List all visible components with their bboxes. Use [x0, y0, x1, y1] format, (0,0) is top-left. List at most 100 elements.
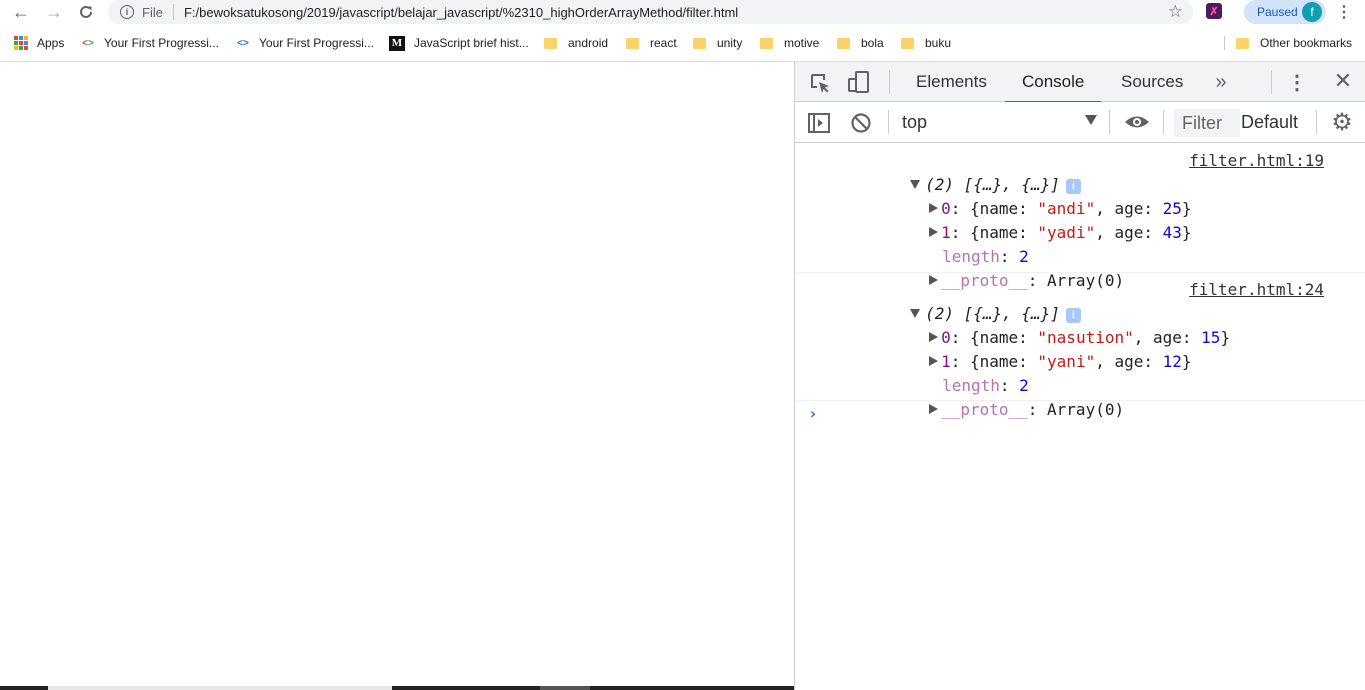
bookmark-folder-unity[interactable]: unity — [693, 31, 742, 55]
log-levels-dropdown[interactable]: Default — [1241, 112, 1298, 133]
devtools-menu-icon[interactable]: ⋮ — [1287, 70, 1307, 94]
apps-grid-icon — [14, 36, 28, 50]
array-item-row[interactable]: 1: {name: "yani", age: 12} — [795, 326, 1365, 371]
reload-button[interactable] — [74, 0, 98, 24]
taskbar-strip — [0, 686, 794, 690]
prompt-chevron-icon: › — [808, 404, 818, 423]
toolbar-divider — [888, 110, 889, 134]
folder-icon — [1236, 37, 1249, 49]
omnibox-divider — [172, 4, 174, 20]
taskbar-segment — [540, 686, 590, 690]
eye-icon[interactable] — [1123, 111, 1151, 133]
bookmarks-bar: Apps < > Your First Progressi... <> Your … — [0, 31, 1365, 55]
sidebar-toggle-icon[interactable] — [807, 112, 831, 134]
kebab-menu-icon[interactable]: ⋮ — [1336, 2, 1352, 22]
array-item-row[interactable]: 1: {name: "yadi", age: 43} — [795, 197, 1365, 242]
array-summary-row[interactable]: (2) [{…}, {…}] i filter.html:19 — [795, 149, 1365, 194]
bookmark-other[interactable]: Other bookmarks — [1236, 31, 1352, 55]
toolbar-divider — [1109, 110, 1110, 134]
bookmark-label: JavaScript brief hist... — [414, 36, 529, 50]
address-bar[interactable]: i File F:/bewoksatukosong/2019/javascrip… — [108, 0, 1193, 24]
bookmark-label: motive — [784, 36, 820, 50]
bookmark-label: buku — [925, 36, 952, 50]
reload-icon — [80, 5, 92, 18]
bookmark-folder-bola[interactable]: bola — [837, 31, 884, 55]
star-icon[interactable]: ☆ — [1168, 2, 1183, 22]
browser-toolbar: ← → i File F:/bewoksatukosong/2019/javas… — [0, 0, 1365, 25]
devtools-tabbar: Elements Console Sources » ⋮ ✕ — [795, 62, 1365, 103]
bookmark-folder-motive[interactable]: motive — [760, 31, 819, 55]
folder-icon — [544, 37, 557, 49]
bookmark-label: Apps — [37, 36, 65, 50]
bookmarks-divider — [1224, 36, 1225, 50]
bookmark-label: android — [568, 36, 609, 50]
bookmark-label: bola — [861, 36, 884, 50]
code-icon: <> — [237, 37, 249, 49]
proto-row[interactable]: __proto__: Array(0) — [795, 245, 1365, 290]
folder-icon — [626, 37, 639, 49]
folder-icon — [760, 37, 773, 49]
tab-label: Sources — [1121, 72, 1184, 91]
profile-button[interactable]: Paused f — [1244, 0, 1326, 24]
console-message: (2) [{…}, {…}] i filter.html:24 0: {name:… — [795, 273, 1365, 419]
extension-icon[interactable]: ✗ — [1206, 3, 1222, 19]
tab-label: Console — [1022, 72, 1085, 91]
bookmark-label: Other bookmarks — [1260, 36, 1353, 50]
bookmark-folder-react[interactable]: react — [626, 31, 677, 55]
tab-sources[interactable]: Sources — [1121, 62, 1183, 102]
console-toolbar: top Filter Default ⚙ — [795, 102, 1365, 143]
chevron-down-icon[interactable] — [1085, 115, 1097, 125]
proto-row[interactable]: __proto__: Array(0) — [795, 374, 1365, 419]
back-button[interactable]: ← — [9, 0, 33, 24]
arrow-right-icon: → — [45, 1, 63, 22]
array-item-row[interactable]: 0: {name: "andi", age: 25} — [795, 173, 1365, 218]
tab-divider — [889, 70, 890, 94]
bookmark-codelab-1[interactable]: < > Your First Progressi... — [81, 31, 219, 55]
tab-label: Elements — [916, 72, 987, 91]
gear-icon[interactable]: ⚙ — [1330, 109, 1354, 136]
bookmark-apps[interactable]: Apps — [14, 31, 64, 55]
source-link[interactable]: filter.html:19 — [1189, 149, 1324, 173]
bookmark-label: react — [650, 36, 677, 50]
bookmark-folder-android[interactable]: android — [544, 31, 608, 55]
profile-status: Paused — [1257, 5, 1298, 19]
toolbar-divider — [1163, 110, 1164, 134]
clear-console-icon[interactable] — [850, 112, 872, 134]
inspect-element-icon[interactable] — [808, 71, 832, 95]
console-message: (2) [{…}, {…}] i filter.html:19 0: {name:… — [795, 144, 1365, 290]
url-scheme: File — [142, 4, 163, 20]
devtools-panel: Elements Console Sources » ⋮ ✕ top Filte… — [794, 62, 1365, 690]
taskbar-segment — [48, 686, 392, 690]
array-summary-row[interactable]: (2) [{…}, {…}] i filter.html:24 — [795, 278, 1365, 323]
tab-elements[interactable]: Elements — [916, 62, 987, 102]
tab-console[interactable]: Console — [1005, 62, 1102, 103]
url-text[interactable]: F:/bewoksatukosong/2019/javascript/belaj… — [184, 5, 738, 20]
bookmark-codelab-2[interactable]: <> Your First Progressi... — [236, 31, 374, 55]
bookmark-js-history[interactable]: M JavaScript brief hist... — [389, 31, 529, 55]
context-selector[interactable]: top — [902, 112, 927, 133]
device-toolbar-icon[interactable] — [847, 70, 871, 94]
medium-icon: M — [389, 35, 405, 51]
length-row: length: 2 — [795, 221, 1365, 266]
folder-icon — [837, 37, 850, 49]
filter-input[interactable]: Filter — [1174, 109, 1240, 137]
console-output: (2) [{…}, {…}] i filter.html:19 0: {name:… — [795, 144, 1365, 433]
array-item-row[interactable]: 0: {name: "nasution", age: 15} — [795, 302, 1365, 347]
tab-divider — [1271, 70, 1272, 94]
toolbar-divider — [1316, 110, 1317, 134]
avatar: f — [1302, 2, 1322, 22]
folder-icon — [901, 37, 914, 49]
forward-button[interactable]: → — [42, 0, 66, 24]
codelab-icon: < > — [82, 37, 94, 49]
bookmark-folder-buku[interactable]: buku — [901, 31, 951, 55]
length-row: length: 2 — [795, 350, 1365, 395]
bookmark-label: Your First Progressi... — [259, 36, 374, 50]
more-tabs-icon[interactable]: » — [1209, 70, 1233, 94]
close-devtools-icon[interactable]: ✕ — [1331, 68, 1355, 93]
page-viewport[interactable] — [0, 62, 794, 690]
bookmark-label: unity — [717, 36, 743, 50]
arrow-left-icon: ← — [12, 1, 30, 22]
source-link[interactable]: filter.html:24 — [1189, 278, 1324, 302]
info-icon[interactable]: i — [120, 5, 134, 19]
console-prompt-line[interactable]: › — [795, 401, 1365, 433]
